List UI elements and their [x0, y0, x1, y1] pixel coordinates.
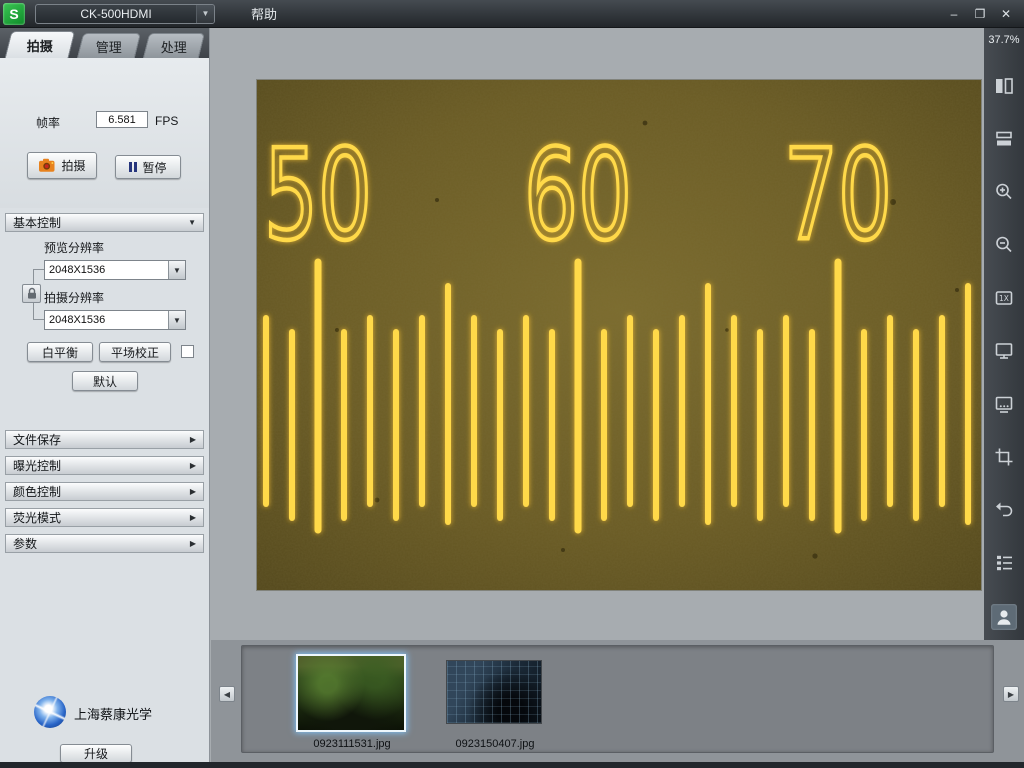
- collapse-icon: ▼: [188, 218, 196, 227]
- filmstrip-prev-button[interactable]: ◀: [219, 686, 235, 702]
- thumbnail-filename: 0923111531.jpg: [274, 738, 430, 750]
- screen-capture-icon: [993, 393, 1015, 415]
- expand-icon: ▶: [190, 539, 196, 548]
- actual-size-icon: 1X: [993, 287, 1015, 309]
- device-select[interactable]: CK-500HDMI ▼: [35, 4, 215, 24]
- section-file-save[interactable]: 文件保存 ▶: [5, 430, 204, 449]
- capture-button-label: 拍摄: [61, 157, 85, 174]
- tab-process[interactable]: 处理: [143, 33, 205, 58]
- chevron-down-icon[interactable]: ▼: [168, 311, 185, 329]
- tab-manage[interactable]: 管理: [77, 33, 141, 58]
- ruler-number-70: 70: [784, 123, 892, 268]
- filmstrip-next-button[interactable]: ▶: [1003, 686, 1019, 702]
- screen-capture-button[interactable]: [991, 391, 1017, 417]
- compare-horizontal-icon: [993, 75, 1015, 97]
- compare-side-by-side-button[interactable]: [991, 73, 1017, 99]
- actual-size-button[interactable]: 1X: [991, 285, 1017, 311]
- thumbnail-filename: 0923150407.jpg: [430, 738, 560, 750]
- framerate-unit: FPS: [155, 114, 178, 128]
- undo-icon: [993, 499, 1015, 521]
- pause-button-label: 暂停: [142, 159, 166, 176]
- section-fluorescence-mode[interactable]: 荧光模式 ▶: [5, 508, 204, 527]
- thumbnail-list-button[interactable]: [991, 550, 1017, 576]
- section-color-control[interactable]: 颜色控制 ▶: [5, 482, 204, 501]
- image-list-icon: [993, 552, 1015, 574]
- user-icon: [993, 606, 1015, 628]
- fit-to-window-button[interactable]: [991, 338, 1017, 364]
- undo-button[interactable]: [991, 497, 1017, 523]
- minimize-button[interactable]: –: [944, 5, 964, 23]
- svg-text:1X: 1X: [999, 294, 1009, 303]
- preview-resolution-label: 预览分辨率: [44, 239, 104, 256]
- fit-screen-icon: [993, 340, 1015, 362]
- ruler-number-50: 50: [264, 123, 372, 268]
- sidebar-tabbar: 拍摄 管理 处理: [0, 28, 209, 58]
- zoom-out-icon: [993, 234, 1015, 256]
- chevron-down-icon[interactable]: ▼: [196, 5, 214, 23]
- brand-logo-icon: [34, 696, 66, 728]
- capture-resolution-label: 拍摄分辨率: [44, 289, 104, 306]
- section-basic-control-title: 基本控制: [13, 214, 61, 231]
- preview-resolution-value: 2048X1536: [45, 264, 168, 276]
- expand-icon: ▶: [190, 513, 196, 522]
- zoom-level-label: 37.7%: [988, 34, 1019, 46]
- viewer-toolbar: 37.7% 1X: [984, 28, 1024, 640]
- crop-button[interactable]: [991, 444, 1017, 470]
- white-balance-button[interactable]: 白平衡: [27, 342, 93, 362]
- ruler-number-60: 60: [524, 123, 632, 268]
- zoom-in-icon: [993, 181, 1015, 203]
- image-viewer: 50 60 70: [211, 28, 984, 640]
- filmstrip: 0923111531.jpg 0923150407.jpg ◀ ▶: [211, 640, 1024, 762]
- default-button[interactable]: 默认: [72, 371, 138, 391]
- upgrade-button[interactable]: 升级: [60, 744, 132, 763]
- close-button[interactable]: ✕: [996, 5, 1016, 23]
- thumbnail[interactable]: [446, 660, 542, 724]
- chevron-right-icon: ▶: [1008, 690, 1014, 699]
- section-basic-control[interactable]: 基本控制 ▼: [5, 213, 204, 232]
- chevron-down-icon[interactable]: ▼: [168, 261, 185, 279]
- thumbnail-selected[interactable]: [296, 654, 406, 732]
- filmstrip-panel: 0923111531.jpg 0923150407.jpg: [241, 645, 994, 753]
- compare-vertical-icon: [993, 128, 1015, 150]
- crop-icon: [993, 446, 1015, 468]
- menu-help[interactable]: 帮助: [251, 4, 277, 23]
- flat-field-checkbox[interactable]: [181, 345, 194, 358]
- lock-icon: [26, 287, 38, 300]
- app-logo-icon: S: [3, 3, 25, 25]
- expand-icon: ▶: [190, 435, 196, 444]
- expand-icon: ▶: [190, 461, 196, 470]
- maximize-button[interactable]: ❐: [970, 5, 990, 23]
- pause-button[interactable]: 暂停: [115, 155, 181, 179]
- device-select-value: CK-500HDMI: [36, 7, 196, 21]
- chevron-left-icon: ◀: [224, 690, 230, 699]
- preview-resolution-select[interactable]: 2048X1536 ▼: [44, 260, 186, 280]
- capture-resolution-select[interactable]: 2048X1536 ▼: [44, 310, 186, 330]
- section-parameters[interactable]: 参数 ▶: [5, 534, 204, 553]
- capture-resolution-value: 2048X1536: [45, 314, 168, 326]
- title-bar: S CK-500HDMI ▼ 帮助 – ❐ ✕: [0, 0, 1024, 28]
- live-microscope-view[interactable]: 50 60 70: [257, 80, 981, 590]
- user-account-button[interactable]: [991, 604, 1017, 630]
- resolution-lock-button[interactable]: [22, 284, 41, 303]
- framerate-label: 帧率: [36, 114, 60, 131]
- section-exposure-control[interactable]: 曝光控制 ▶: [5, 456, 204, 475]
- capture-panel: [0, 58, 209, 208]
- expand-icon: ▶: [190, 487, 196, 496]
- compare-stacked-button[interactable]: [991, 126, 1017, 152]
- zoom-in-button[interactable]: [991, 179, 1017, 205]
- camera-icon: [38, 158, 56, 173]
- left-sidebar: 拍摄 管理 处理 帧率 FPS 拍摄 暂停 基本控制 ▼ 预览分辨率 2048X…: [0, 28, 210, 768]
- framerate-input[interactable]: [96, 111, 148, 128]
- window-controls: – ❐ ✕: [944, 5, 1024, 23]
- flat-field-button[interactable]: 平场校正: [99, 342, 171, 362]
- bottom-edge-bar: [0, 762, 1024, 768]
- pause-icon: [129, 162, 137, 172]
- micrometer-ruler-image: 50 60 70: [257, 80, 981, 590]
- brand-name: 上海蔡康光学: [74, 704, 152, 723]
- zoom-out-button[interactable]: [991, 232, 1017, 258]
- tab-capture[interactable]: 拍摄: [5, 31, 76, 58]
- capture-button[interactable]: 拍摄: [27, 152, 97, 179]
